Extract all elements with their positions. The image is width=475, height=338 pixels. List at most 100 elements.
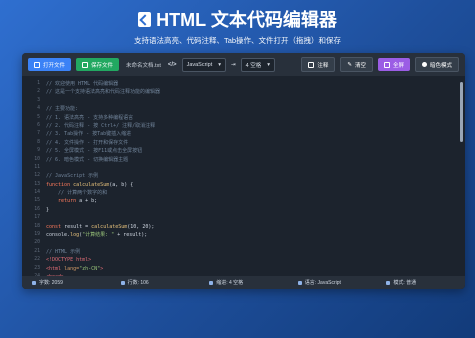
line-number: 7	[37, 131, 40, 137]
code-token: <!DOCTYPE html>	[46, 257, 92, 264]
status-chars: 字数: 2059	[22, 279, 111, 286]
tab-size-value: 4 空格	[245, 62, 262, 69]
code-text[interactable]: // 欢迎使用 HTML 代码编辑器 // 这是一个支持语法高亮和代码注释功能的编…	[46, 80, 457, 289]
language-select[interactable]: JavaScript ▾	[181, 57, 227, 72]
code-token: }	[46, 206, 50, 213]
line-number: 15	[34, 198, 40, 204]
eraser-icon: ✎	[347, 61, 352, 68]
chars-count: 字数: 2059	[39, 280, 63, 286]
open-file-button[interactable]: 打开文件	[28, 58, 72, 71]
code-token: // 这是一个支持语法高亮和代码注释功能的编辑器	[46, 89, 161, 96]
code-token: // 2. 代码注释 - 按 Ctrl+/ 注释/取消注释	[46, 122, 156, 129]
code-token: calculateSum	[91, 223, 128, 230]
page-header: HTML 文本代码编辑器 支持语法高亮、代码注释、Tab操作、文件打开（拖拽）和…	[0, 8, 475, 46]
line-number: 16	[34, 206, 40, 212]
code-token: a + b;	[79, 198, 98, 205]
comment-button[interactable]: 注释	[301, 57, 336, 72]
code-token: "zh-CN"	[79, 265, 101, 272]
code-line: <html lang="zh-CN">	[46, 265, 457, 273]
indent-icon	[209, 280, 214, 285]
code-token: // JavaScript 示例	[46, 173, 99, 180]
language-value: 语言: JavaScript	[304, 280, 341, 286]
code-file-icon	[138, 11, 152, 27]
dark-mode-label: 暗色模式	[429, 62, 452, 69]
code-token: (a, b) {	[109, 181, 134, 188]
page-title-text: HTML 文本代码编辑器	[156, 10, 337, 30]
line-number: 22	[34, 257, 40, 263]
moon-icon	[421, 62, 427, 67]
tab-icon: ⇥	[231, 61, 236, 68]
line-number: 12	[34, 173, 40, 179]
code-token: // 主要功能:	[46, 106, 79, 113]
code-line: console.log("计算结果: " + result);	[46, 231, 457, 239]
code-token: // 5. 全屏模式 - 按F11或点击全屏按钮	[46, 148, 143, 155]
indent-value: 缩进: 4 空格	[216, 280, 244, 286]
line-number: 17	[34, 215, 40, 221]
line-number: 21	[34, 248, 40, 254]
code-line: // 计算两个数字的和	[46, 189, 457, 197]
code-token: + result);	[114, 232, 148, 239]
tab-size-select[interactable]: 4 空格 ▾	[240, 57, 275, 72]
code-token: "计算结果: "	[82, 232, 115, 239]
line-number: 8	[37, 139, 40, 145]
mode-value: 模式: 普通	[393, 280, 417, 286]
line-number: 13	[34, 181, 40, 187]
code-line: const result = calculateSum(10, 20);	[46, 223, 457, 231]
fullscreen-button[interactable]: 全屏	[377, 58, 410, 71]
code-token: // 计算两个数字的和	[46, 190, 108, 197]
code-token: <html	[46, 265, 65, 272]
folder-icon	[34, 61, 40, 68]
scrollbar-thumb[interactable]	[460, 82, 463, 142]
line-number: 2	[37, 89, 40, 95]
clear-button[interactable]: ✎ 清空	[340, 57, 373, 72]
code-token: // 欢迎使用 HTML 代码编辑器	[46, 81, 119, 87]
code-token: // 1. 语法高亮 - 支持多种编程语言	[46, 114, 134, 121]
lines-count: 行数: 106	[127, 280, 149, 286]
code-line: // JavaScript 示例	[46, 172, 457, 180]
code-icon: </>	[167, 61, 177, 68]
code-token: // 3. Tab操作 - 按Tab键插入缩进	[46, 131, 132, 138]
filename-display: 未命名文档.txt	[126, 62, 161, 69]
code-line: // HTML 示例	[46, 248, 457, 256]
page-subtitle: 支持语法高亮、代码注释、Tab操作、文件打开（拖拽）和保存	[133, 36, 342, 45]
code-line: // 4. 文件操作 - 打开和保存文件	[46, 139, 457, 147]
list-icon	[120, 280, 125, 285]
comment-icon	[308, 61, 315, 68]
code-line: }	[46, 206, 457, 214]
line-number: 6	[37, 122, 40, 128]
status-language: 语言: JavaScript	[288, 279, 377, 286]
line-number: 18	[34, 223, 40, 229]
language-select-value: JavaScript	[186, 61, 213, 68]
chevron-down-icon: ▾	[218, 61, 222, 68]
line-number: 19	[34, 232, 40, 238]
code-line: // 1. 语法高亮 - 支持多种编程语言	[46, 114, 457, 122]
dark-mode-button[interactable]: 暗色模式	[414, 57, 459, 72]
code-line: // 主要功能:	[46, 105, 457, 113]
comment-label: 注释	[317, 62, 329, 69]
code-token: return	[46, 198, 80, 205]
clear-label: 清空	[354, 62, 366, 69]
code-line: // 这是一个支持语法高亮和代码注释功能的编辑器	[46, 88, 457, 96]
toolbar: 打开文件 保存文件 未命名文档.txt </> JavaScript ▾ ⇥ 4…	[22, 53, 465, 76]
status-bar: 字数: 2059 行数: 106 缩进: 4 空格 语言: JavaScript…	[22, 276, 465, 289]
page-title: HTML 文本代码编辑器	[0, 8, 475, 30]
status-indent: 缩进: 4 空格	[199, 279, 288, 286]
line-number: 9	[37, 148, 40, 154]
code-token: log	[70, 232, 80, 239]
line-number: 20	[34, 240, 40, 246]
code-token: calculateSum	[73, 181, 110, 188]
code-token: (10, 20);	[127, 223, 155, 230]
text-icon	[32, 280, 36, 285]
code-line: // 欢迎使用 HTML 代码编辑器	[46, 80, 457, 88]
code-token: function	[46, 181, 74, 188]
code-token: // 6. 暗色模式 - 切换编辑器主题	[46, 156, 129, 163]
code-area[interactable]: 1234567891011121314151617181920212223242…	[22, 76, 465, 288]
status-lines: 行数: 106	[111, 279, 200, 286]
save-icon	[82, 61, 89, 68]
save-file-button[interactable]: 保存文件	[76, 58, 120, 71]
line-number: 5	[37, 114, 40, 120]
chevron-down-icon: ▾	[267, 61, 270, 68]
